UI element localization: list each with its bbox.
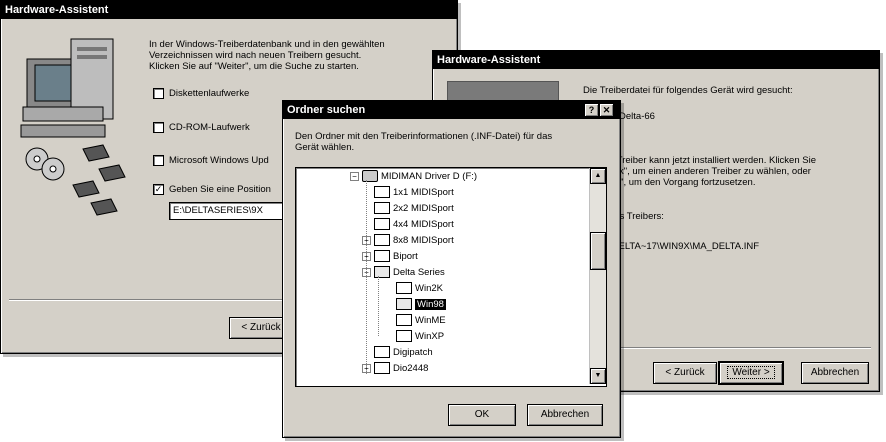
folder-icon xyxy=(374,234,390,247)
tree-node-2x2[interactable]: 2x2 MIDISport xyxy=(374,202,454,215)
tree-node-label: Digipatch xyxy=(393,347,433,358)
message-line-1: e Treiber kann jetzt installiert werden.… xyxy=(609,155,816,166)
cdrom-label: CD-ROM-Laufwerk xyxy=(169,122,250,133)
specify-location-label: Geben Sie eine Position xyxy=(169,184,271,195)
driver-path: \DELTA~17\WIN9X\MA_DELTA.INF xyxy=(609,241,760,252)
message-line-2: ück", um einen anderen Treiber zu wählen… xyxy=(609,166,811,177)
drive-icon xyxy=(362,170,378,183)
folder-icon xyxy=(374,250,390,263)
next-button-label: Weiter > xyxy=(727,366,775,379)
tree-node-winme[interactable]: WinME xyxy=(396,314,446,327)
tree-node-8x8[interactable]: +8x8 MIDISport xyxy=(362,234,454,247)
tree-node-label: 8x8 MIDISport xyxy=(393,235,454,246)
tree-node-label: Delta Series xyxy=(393,267,445,278)
window-1-titlebar[interactable]: Hardware-Assistent xyxy=(1,1,457,19)
tree-line xyxy=(366,180,367,374)
cdrom-checkbox[interactable] xyxy=(153,122,164,133)
tree-node-label: 4x4 MIDISport xyxy=(393,219,454,230)
help-icon[interactable]: ? xyxy=(584,103,599,117)
location-path-input[interactable]: E:\DELTASERIES\9X xyxy=(169,202,286,220)
tree-line xyxy=(378,276,379,336)
window-2-titlebar[interactable]: Hardware-Assistent xyxy=(433,51,879,69)
message-line-3: ter", um den Vorgang fortzusetzen. xyxy=(609,177,756,188)
scroll-up-icon[interactable]: ▲ xyxy=(590,168,606,184)
tree-node-label: Win2K xyxy=(415,283,443,294)
folder-dialog-title: Ordner suchen xyxy=(287,104,366,116)
specify-location-checkbox[interactable]: ✓ xyxy=(153,184,164,195)
tree-node-label-selected: Win98 xyxy=(415,299,446,310)
folder-icon xyxy=(374,202,390,215)
window-1-title: Hardware-Assistent xyxy=(5,4,109,16)
tree-scrollbar[interactable]: ▲ ▼ xyxy=(589,168,606,384)
tree-node-4x4[interactable]: 4x4 MIDISport xyxy=(374,218,454,231)
computer-illustration xyxy=(13,37,138,237)
tree-node-label: WinME xyxy=(415,315,446,326)
tree-node-digipatch[interactable]: Digipatch xyxy=(374,346,433,359)
intro-line-1: In der Windows-Treiberdatenbank und in d… xyxy=(149,39,385,50)
close-icon[interactable]: ✕ xyxy=(599,103,614,117)
folder-icon xyxy=(374,186,390,199)
intro-line-2: Verzeichnissen wird nach neuen Treibern … xyxy=(149,50,362,61)
folder-browse-dialog: Ordner suchen ? ✕ Den Ordner mit den Tre… xyxy=(282,100,621,438)
tree-node-delta-series[interactable]: − Delta Series xyxy=(362,266,445,279)
folder-dialog-titlebar[interactable]: Ordner suchen ? ✕ xyxy=(283,101,620,119)
folder-tree[interactable]: − MIDIMAN Driver D (F:) 1x1 MIDISport 2x2… xyxy=(295,167,607,387)
tree-node-win2k[interactable]: Win2K xyxy=(396,282,443,295)
open-folder-icon xyxy=(374,266,390,279)
windows-update-checkbox[interactable] xyxy=(153,155,164,166)
tree-node-label: WinXP xyxy=(415,331,445,342)
folder-desc-line-1: Den Ordner mit den Treiberinformationen … xyxy=(295,131,553,142)
folder-icon xyxy=(396,330,412,343)
window-2-back-button[interactable]: < Zurück xyxy=(653,362,717,384)
tree-node-label: 2x2 MIDISport xyxy=(393,203,454,214)
folder-icon xyxy=(396,314,412,327)
folder-icon xyxy=(374,346,390,359)
scroll-down-icon[interactable]: ▼ xyxy=(590,368,606,384)
next-button[interactable]: Weiter > xyxy=(718,361,784,385)
tree-node-1x1[interactable]: 1x1 MIDISport xyxy=(374,186,454,199)
tree-node-winxp[interactable]: WinXP xyxy=(396,330,444,343)
window-2-title: Hardware-Assistent xyxy=(437,54,541,66)
window-2-cancel-button[interactable]: Abbrechen xyxy=(801,362,869,384)
collapse-icon[interactable]: − xyxy=(350,171,359,181)
folder-cancel-button[interactable]: Abbrechen xyxy=(527,404,603,426)
ok-button[interactable]: OK xyxy=(448,404,516,426)
folder-icon xyxy=(374,362,390,375)
intro-line-3: Klicken Sie auf "Weiter", um die Suche z… xyxy=(149,61,359,72)
tree-node-label: Dio2448 xyxy=(393,363,429,374)
tree-node-dio2448[interactable]: + Dio2448 xyxy=(362,362,428,375)
tree-node-drive[interactable]: − MIDIMAN Driver D (F:) xyxy=(350,170,477,183)
floppy-label: Diskettenlaufwerke xyxy=(169,88,250,99)
tree-node-label: MIDIMAN Driver D (F:) xyxy=(381,171,478,182)
tree-node-label: Biport xyxy=(393,251,418,262)
tree-node-win98[interactable]: Win98 xyxy=(396,298,446,311)
search-line: Die Treiberdatei für folgendes Gerät wir… xyxy=(583,85,793,96)
folder-desc-line-2: Gerät wählen. xyxy=(295,142,355,153)
folder-icon xyxy=(396,282,412,295)
tree-node-biport[interactable]: + Biport xyxy=(362,250,418,263)
folder-icon xyxy=(374,218,390,231)
floppy-checkbox[interactable] xyxy=(153,88,164,99)
scroll-thumb[interactable] xyxy=(590,232,606,270)
tree-node-label: 1x1 MIDISport xyxy=(393,187,454,198)
windows-update-label: Microsoft Windows Upd xyxy=(169,155,269,166)
open-folder-icon xyxy=(396,298,412,311)
